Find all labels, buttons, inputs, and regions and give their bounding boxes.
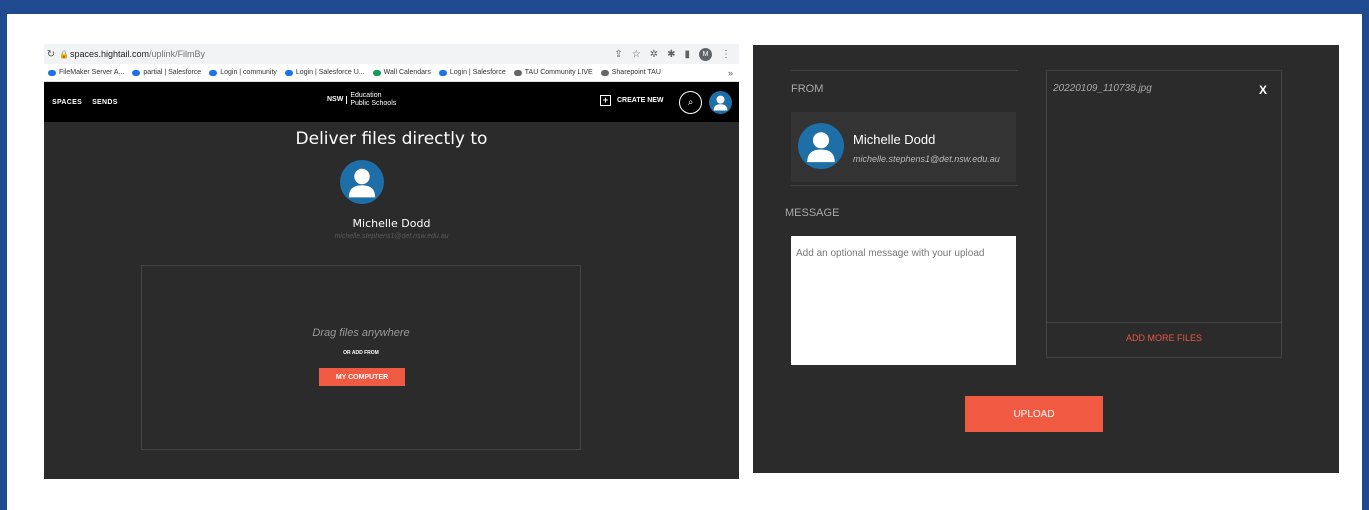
plus-icon: +	[600, 95, 611, 106]
person-icon	[713, 95, 728, 111]
drag-files-text: Drag files anywhere	[312, 327, 410, 339]
bookmark-item[interactable]: TAU Community LIVE	[513, 69, 593, 76]
add-more-files-link[interactable]: ADD MORE FILES	[1047, 333, 1281, 343]
page-title: Deliver files directly to	[295, 129, 488, 149]
bookmarks-bar: FileMaker Server A... partial | Salesfor…	[44, 64, 739, 82]
app-navbar: SPACES SENDS NSW Education Public Schools…	[44, 82, 739, 122]
divider	[1047, 322, 1281, 323]
bookmark-icon	[372, 69, 381, 76]
sender-name: Michelle Dodd	[853, 132, 936, 147]
bookmarks-more-icon[interactable]: »	[728, 68, 739, 78]
user-avatar[interactable]	[709, 91, 732, 114]
selected-files-panel: 20220109_110738.jpg X ADD MORE FILES	[1046, 70, 1282, 358]
bookmark-item[interactable]: Sharepoint TAU	[600, 69, 661, 76]
recipient-name: Michelle Dodd	[352, 217, 431, 230]
message-label: MESSAGE	[785, 207, 840, 219]
from-label: FROM	[791, 83, 824, 95]
lock-icon: 🔒	[59, 49, 69, 59]
share-icon[interactable]: ⇪	[614, 49, 622, 60]
nav-spaces[interactable]: SPACES	[52, 99, 82, 106]
profile-avatar[interactable]: M	[699, 47, 712, 61]
extension-icon[interactable]: ✲	[650, 49, 658, 60]
puzzle-icon[interactable]: ✱	[667, 49, 675, 60]
upload-button[interactable]: UPLOAD	[965, 396, 1103, 432]
bookmark-icon	[600, 69, 609, 76]
bookmark-item[interactable]: Login | Salesforce	[438, 69, 506, 76]
divider	[791, 70, 1018, 71]
search-icon[interactable]: ⌕	[679, 91, 702, 114]
message-input[interactable]	[791, 236, 1016, 365]
sidebar-icon[interactable]: ▮	[684, 49, 690, 60]
bookmark-icon	[284, 69, 293, 76]
my-computer-button[interactable]: MY COMPUTER	[319, 368, 405, 386]
recipient-email: michelle.stephens1@det.nsw.edu.au	[334, 233, 449, 240]
person-icon	[348, 168, 376, 198]
bookmark-icon	[513, 69, 522, 76]
file-drop-zone[interactable]: Drag files anywhere OR ADD FROM MY COMPU…	[141, 265, 581, 450]
recipient-avatar	[340, 160, 384, 204]
divider	[791, 185, 1018, 186]
bookmark-item[interactable]: Login | community	[209, 69, 277, 76]
star-icon[interactable]: ☆	[632, 49, 641, 60]
uplink-landing-screenshot: ↻ 🔒 spaces.hightail.com/uplink/FilmBy ⇪ …	[44, 44, 739, 479]
sender-card: Michelle Dodd michelle.stephens1@det.nsw…	[791, 112, 1016, 182]
sender-email: michelle.stephens1@det.nsw.edu.au	[853, 154, 1000, 164]
sender-avatar	[798, 123, 844, 169]
file-name: 20220109_110738.jpg	[1053, 83, 1152, 94]
kebab-menu-icon[interactable]: ⋮	[721, 49, 731, 60]
bookmark-icon	[438, 69, 447, 76]
nav-sends[interactable]: SENDS	[92, 99, 118, 106]
bookmark-item[interactable]: Wall Calendars	[372, 69, 431, 76]
person-icon	[807, 132, 835, 163]
upload-form-screenshot: FROM Michelle Dodd michelle.stephens1@de…	[753, 45, 1339, 473]
remove-file-icon[interactable]: X	[1259, 83, 1267, 97]
or-add-from-label: OR ADD FROM	[343, 350, 379, 356]
bookmark-icon	[209, 69, 218, 76]
create-new-button[interactable]: + CREATE NEW	[600, 95, 664, 106]
nsw-education-logo: NSW Education Public Schools	[327, 92, 397, 107]
bookmark-icon	[132, 69, 141, 76]
reload-icon[interactable]: ↻	[44, 49, 58, 60]
browser-address-bar: ↻ 🔒 spaces.hightail.com/uplink/FilmBy ⇪ …	[44, 44, 739, 64]
url-text[interactable]: spaces.hightail.com/uplink/FilmBy	[70, 49, 614, 59]
bookmark-item[interactable]: Login | Salesforce U...	[284, 69, 365, 76]
bookmark-icon	[48, 69, 56, 76]
bookmark-item[interactable]: FileMaker Server A...	[48, 69, 124, 76]
bookmark-item[interactable]: partial | Salesforce	[132, 69, 201, 76]
